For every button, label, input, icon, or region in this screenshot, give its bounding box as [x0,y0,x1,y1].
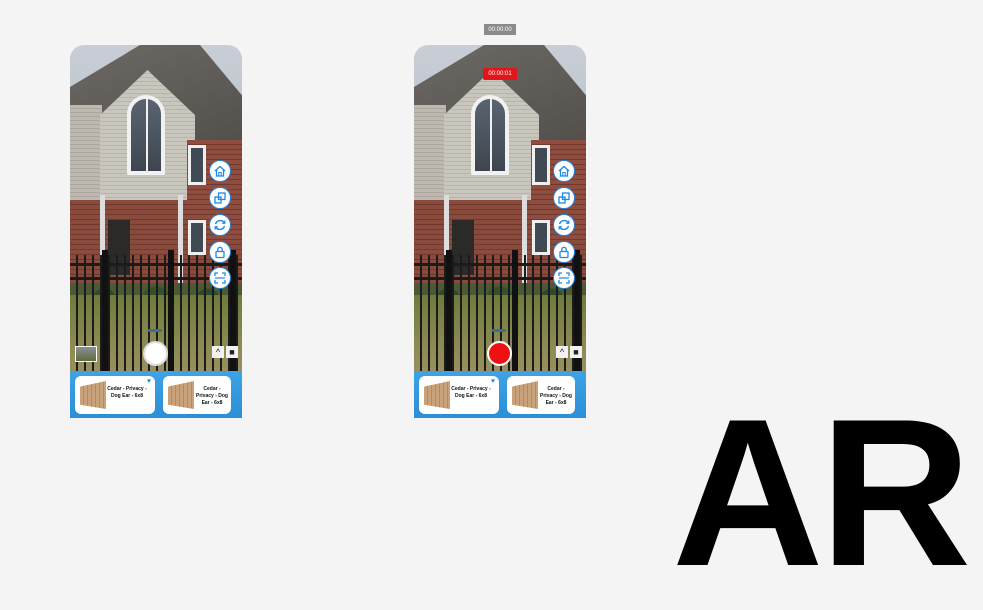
rotate-icon [214,219,226,231]
product-name: Cedar - Privacy - Dog Ear - 6x8 [196,386,228,406]
rotate-button[interactable] [553,214,575,236]
camera-mode-button[interactable]: ■ [570,346,582,358]
fence-panel-image [168,381,194,409]
ar-title: AR [672,375,971,610]
ar-view-idle[interactable]: ^ ■ Cedar - Privacy - Dog Ear - 6x8 ♥ Ce… [70,45,242,418]
scale-button[interactable] [553,187,575,209]
ar-view-recording[interactable]: 00:00:01 ^ ■ Cedar - Privacy - Dog Ear -… [414,45,586,418]
recording-elapsed-badge: 00:00:01 [483,68,517,80]
recording-timer: 00:00:00 [484,24,516,35]
scale-icon [558,192,570,204]
lock-button[interactable] [553,241,575,263]
expand-button[interactable]: ^ [212,346,224,358]
scan-button[interactable] [553,267,575,289]
rotate-button[interactable] [209,214,231,236]
product-name: Cedar - Privacy - Dog Ear - 6x8 [451,386,491,399]
camera-mode-button[interactable]: ■ [226,346,238,358]
home-icon [558,165,570,177]
tray-drag-handle[interactable] [148,329,162,332]
home-icon [214,165,226,177]
gallery-thumbnail[interactable] [75,346,97,362]
lock-icon [215,246,225,259]
scale-button[interactable] [209,187,231,209]
heart-icon[interactable]: ♥ [147,378,151,385]
product-card[interactable]: Cedar - Privacy - Dog Ear - 6x8 ♥ [419,376,499,414]
tray-drag-handle[interactable] [492,329,506,332]
home-button[interactable] [553,160,575,182]
scale-icon [214,192,226,204]
product-tray: Cedar - Privacy - Dog Ear - 6x8 ♥ Cedar … [70,371,242,418]
fence-panel-image [512,381,538,409]
product-card[interactable]: Cedar - Privacy - Dog Ear - 6x8 [163,376,231,414]
product-card[interactable]: Cedar - Privacy - Dog Ear - 6x8 ♥ [75,376,155,414]
chevron-up-icon: ^ [215,347,221,357]
home-button[interactable] [209,160,231,182]
scan-frame-icon [214,272,226,284]
lock-button[interactable] [209,241,231,263]
camera-icon: ■ [573,347,579,357]
capture-button[interactable] [143,341,168,366]
chevron-up-icon: ^ [559,347,565,357]
expand-button[interactable]: ^ [556,346,568,358]
scan-frame-icon [558,272,570,284]
heart-icon[interactable]: ♥ [491,378,495,385]
product-name: Cedar - Privacy - Dog Ear - 6x8 [540,386,572,406]
lock-icon [559,246,569,259]
rotate-icon [558,219,570,231]
product-tray: Cedar - Privacy - Dog Ear - 6x8 ♥ Cedar … [414,371,586,418]
scan-button[interactable] [209,267,231,289]
product-name: Cedar - Privacy - Dog Ear - 6x8 [107,386,147,399]
fence-panel-image [80,381,106,409]
fence-panel-image [424,381,450,409]
stop-recording-button[interactable] [487,341,512,366]
product-card[interactable]: Cedar - Privacy - Dog Ear - 6x8 [507,376,575,414]
camera-icon: ■ [229,347,235,357]
